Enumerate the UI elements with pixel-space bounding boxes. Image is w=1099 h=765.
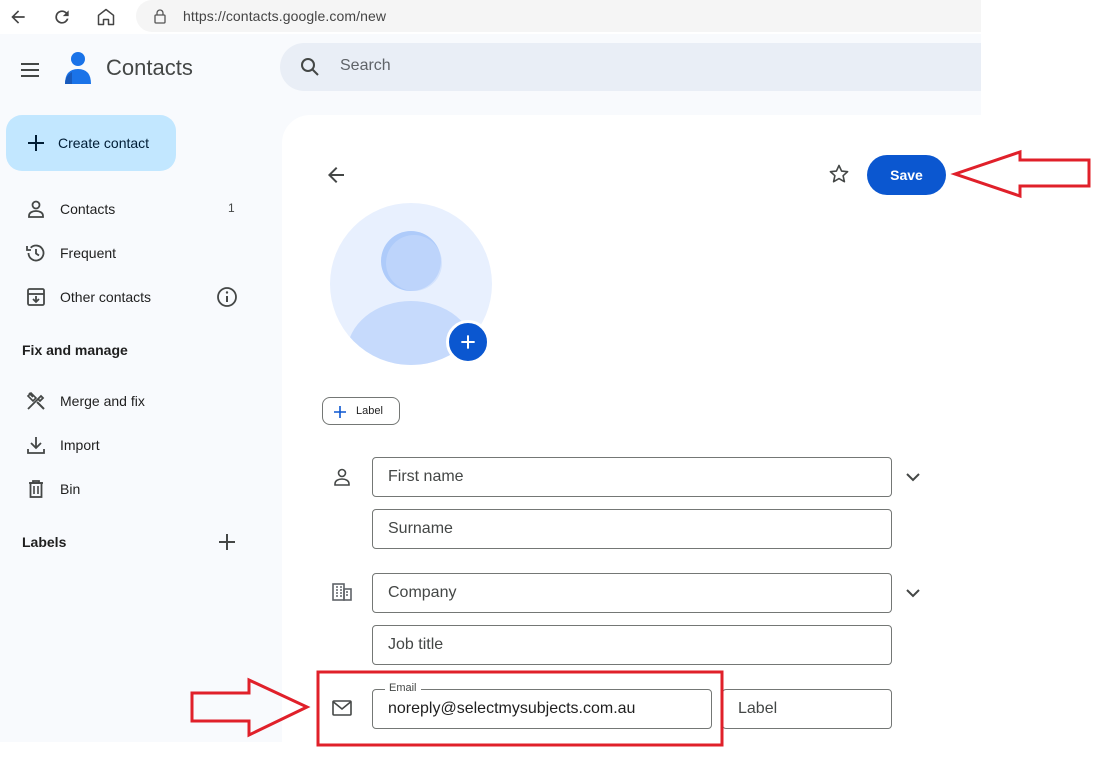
first-name-placeholder: First name <box>388 468 464 485</box>
plus-icon <box>28 135 44 151</box>
search-icon[interactable] <box>298 55 322 79</box>
labels-heading: Labels <box>22 534 67 550</box>
plus-icon <box>334 406 346 418</box>
job-title-placeholder: Job title <box>388 636 444 653</box>
sidebar-item-frequent[interactable]: Frequent <box>0 233 270 273</box>
download-icon <box>27 437 45 454</box>
create-contact-label: Create contact <box>58 135 150 151</box>
sidebar-item-contacts[interactable]: Contacts 1 <box>0 189 270 229</box>
page: https://contacts.google.com/new Contacts… <box>0 0 1099 765</box>
trash-icon <box>29 480 43 498</box>
company-field[interactable]: Company <box>372 573 892 613</box>
sidebar-item-other-contacts[interactable]: Other contacts <box>0 277 270 317</box>
back-arrow-icon[interactable] <box>324 163 348 187</box>
email-value: noreply@selectmysubjects.com.au <box>388 700 636 717</box>
sidebar-item-label: Contacts <box>60 201 116 217</box>
fix-and-manage-heading: Fix and manage <box>22 342 128 358</box>
browser-back-button[interactable] <box>4 3 32 31</box>
browser-toolbar: https://contacts.google.com/new <box>0 0 981 34</box>
sidebar-item-label: Merge and fix <box>60 393 145 409</box>
email-field-label: Email <box>385 682 421 694</box>
create-contact-button[interactable]: Create contact <box>6 115 176 171</box>
job-title-field[interactable]: Job title <box>372 625 892 665</box>
save-button[interactable]: Save <box>867 155 946 195</box>
url-text: https://contacts.google.com/new <box>183 8 387 24</box>
add-label-icon[interactable] <box>215 530 239 554</box>
search-bar[interactable]: Search <box>280 43 981 91</box>
add-photo-button[interactable] <box>446 320 490 364</box>
search-input[interactable]: Search <box>340 57 391 75</box>
contacts-logo-icon <box>65 52 91 84</box>
sidebar-item-import[interactable]: Import <box>0 425 270 465</box>
tools-icon <box>26 391 45 410</box>
email-label-field[interactable]: Label <box>722 689 892 729</box>
email-label-placeholder: Label <box>738 700 778 717</box>
sidebar-item-label: Other contacts <box>60 289 152 305</box>
app-title: Contacts <box>106 55 193 80</box>
sidebar-item-bin[interactable]: Bin <box>0 469 270 509</box>
sidebar-item-label: Import <box>60 437 100 453</box>
add-label-chip[interactable]: Label <box>322 397 400 425</box>
mail-icon <box>332 700 352 716</box>
chevron-down-icon[interactable] <box>901 581 925 605</box>
email-field[interactable]: Email noreply@selectmysubjects.com.au <box>372 682 712 729</box>
star-icon[interactable] <box>827 162 851 186</box>
building-icon <box>332 583 352 601</box>
sidebar-item-merge-and-fix[interactable]: Merge and fix <box>0 381 270 421</box>
plus-icon <box>461 335 475 349</box>
person-icon <box>28 200 44 218</box>
archive-download-icon <box>27 288 45 306</box>
chevron-down-icon[interactable] <box>901 465 925 489</box>
arrow-left-icon <box>11 10 25 24</box>
browser-home-button[interactable] <box>92 3 120 31</box>
lock-icon <box>154 9 166 24</box>
menu-icon[interactable] <box>18 58 42 82</box>
label-chip-text: Label <box>356 405 383 417</box>
surname-placeholder: Surname <box>388 520 453 537</box>
sidebar-item-label: Frequent <box>60 245 117 261</box>
first-name-field[interactable]: First name <box>372 457 892 497</box>
home-icon <box>97 8 115 26</box>
sidebar-item-label: Bin <box>60 481 81 497</box>
contacts-count: 1 <box>228 201 235 215</box>
contacts-app: Contacts Search Create contact Contacts … <box>0 34 981 755</box>
address-bar[interactable]: https://contacts.google.com/new <box>136 0 981 32</box>
surname-field[interactable]: Surname <box>372 509 892 549</box>
company-placeholder: Company <box>388 584 457 601</box>
contact-editor: Save Label First name Surname Company Jo… <box>282 115 981 755</box>
history-icon <box>26 244 45 262</box>
info-icon[interactable] <box>215 285 239 309</box>
browser-reload-button[interactable] <box>48 3 76 31</box>
reload-icon <box>55 10 69 24</box>
person-icon <box>334 468 350 486</box>
